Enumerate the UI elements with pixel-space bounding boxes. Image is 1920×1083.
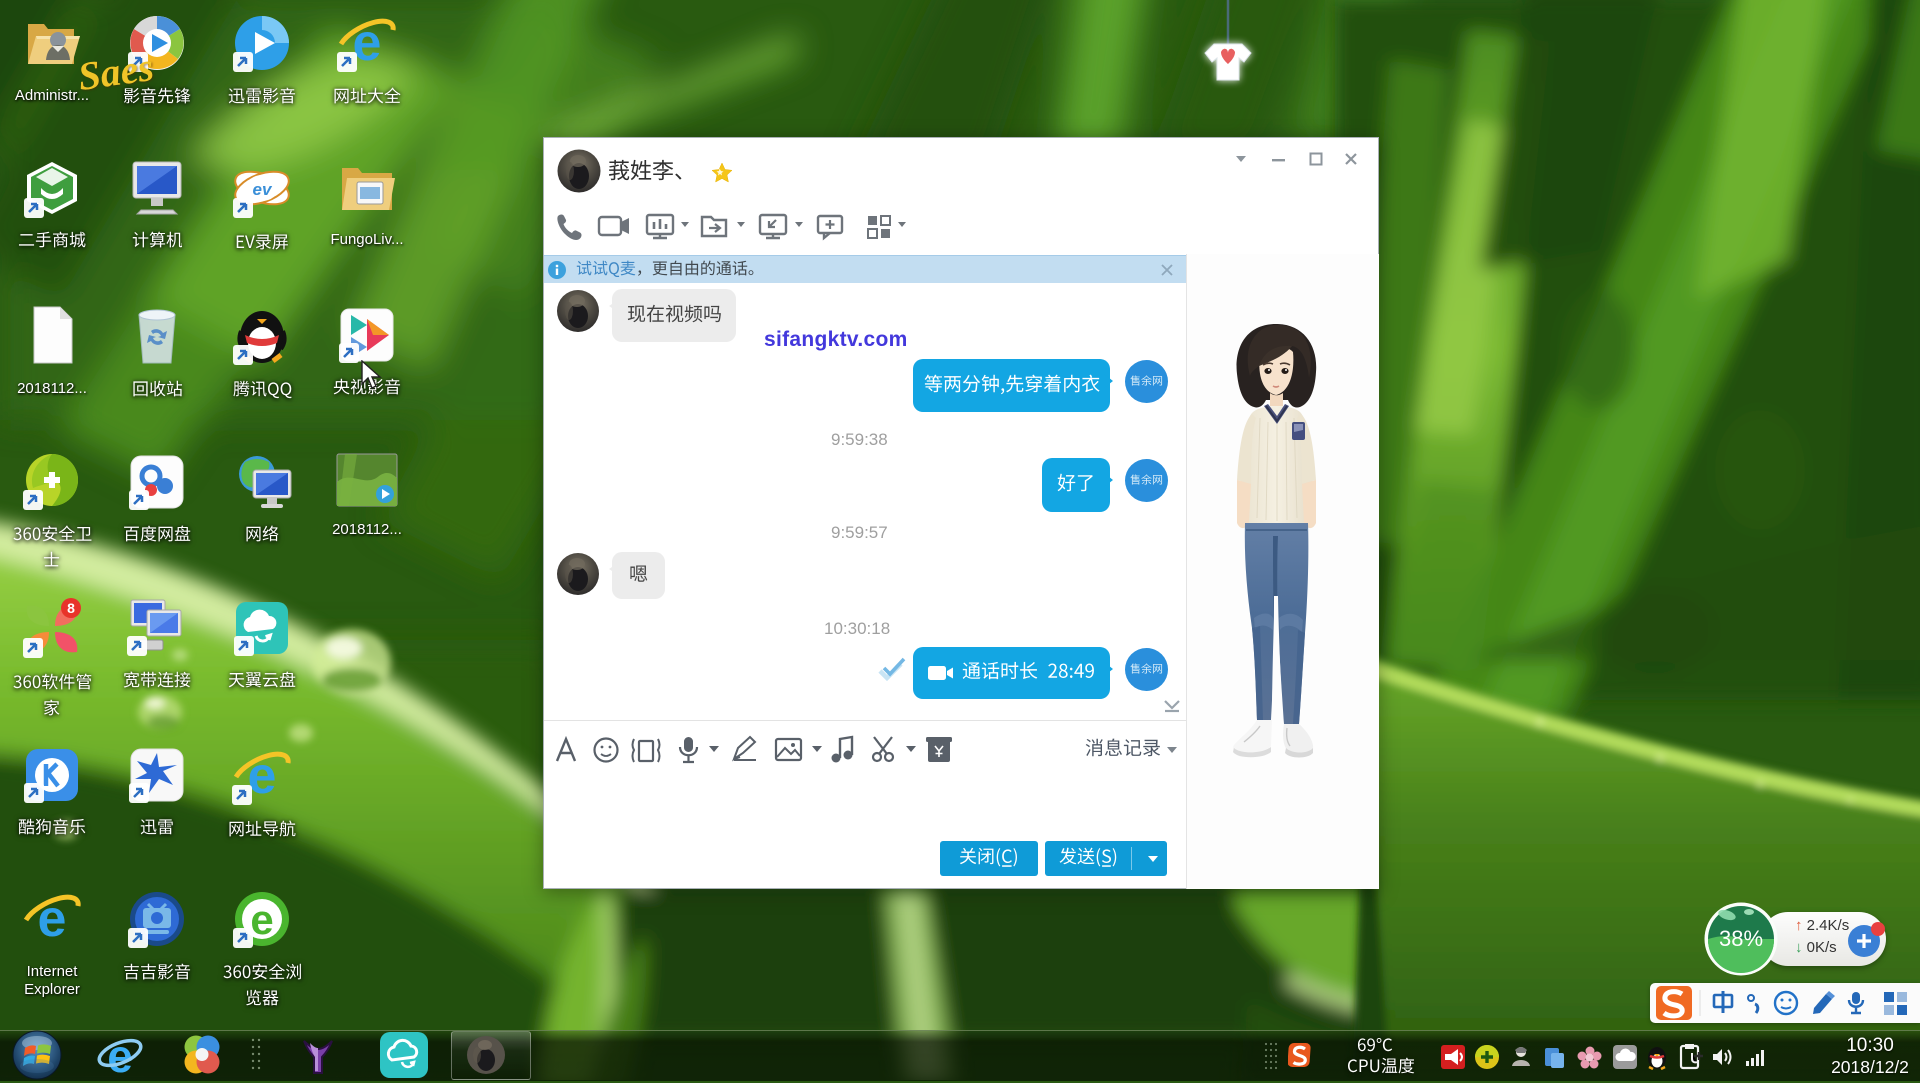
svg-text:38%: 38% [1719, 926, 1763, 951]
svg-text:e: e [250, 896, 273, 943]
svg-text:ev: ev [253, 180, 273, 199]
svg-text:8: 8 [67, 600, 75, 616]
